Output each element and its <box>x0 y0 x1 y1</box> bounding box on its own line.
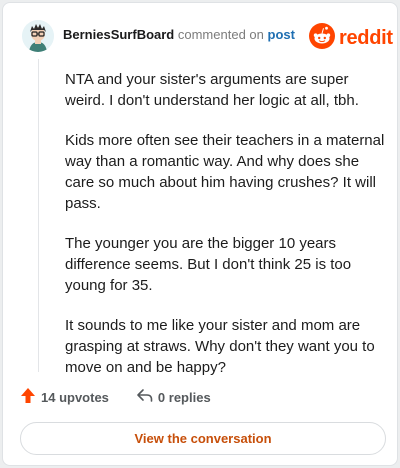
comment-paragraph: Kids more often see their teachers in a … <box>65 132 385 212</box>
upvote-arrow-icon <box>20 387 41 407</box>
reddit-snoo-icon <box>309 23 335 54</box>
thread-line <box>38 59 39 372</box>
action-text: commented on <box>177 27 264 42</box>
comment-paragraph: The younger you are the bigger 10 years … <box>65 235 352 294</box>
comment-header: BerniesSurfBoard commented on post <box>63 27 295 42</box>
post-link[interactable]: post <box>268 27 295 42</box>
reddit-logo[interactable]: reddit <box>309 23 393 54</box>
reply-stat[interactable]: 0 replies <box>136 388 211 406</box>
view-conversation-button[interactable]: View the conversation <box>20 422 386 455</box>
reply-arrow-icon <box>136 388 158 406</box>
username[interactable]: BerniesSurfBoard <box>63 27 174 42</box>
upvote-count: 14 upvotes <box>41 389 109 405</box>
reddit-wordmark: reddit <box>339 27 393 49</box>
comment-body: NTA and your sister's arguments are supe… <box>65 69 385 397</box>
upvote-stat[interactable]: 14 upvotes <box>20 387 109 407</box>
comment-paragraph: NTA and your sister's arguments are supe… <box>65 71 359 109</box>
comment-stats: 14 upvotes 0 replies <box>20 387 211 407</box>
comment-card: BerniesSurfBoard commented on post reddi… <box>2 2 398 466</box>
reply-count: 0 replies <box>157 389 211 405</box>
avatar[interactable] <box>22 20 54 52</box>
comment-paragraph: It sounds to me like your sister and mom… <box>65 317 375 376</box>
